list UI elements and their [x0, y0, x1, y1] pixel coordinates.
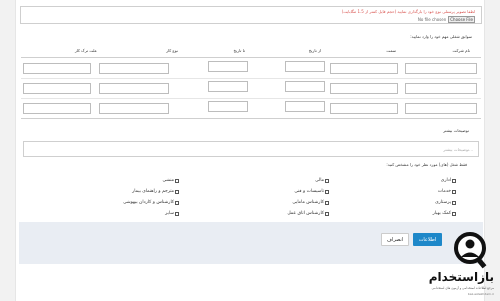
job-fields-title: فقط شغل (های) مورد نظر خود را مشخص کنید: [386, 162, 467, 167]
checkbox-box[interactable] [175, 211, 179, 216]
work-history-table [21, 57, 481, 119]
checkbox-box[interactable] [452, 200, 456, 205]
column-from-date: از تاریخ [308, 48, 321, 53]
column-company: نام شرکت [452, 48, 470, 53]
column-leave-reason: علت ترک کار [74, 48, 97, 53]
to-date-input-2[interactable] [208, 81, 248, 92]
checkbox-translator[interactable]: مترجم و راهنمای بیمار [132, 189, 179, 194]
checkbox-box[interactable] [452, 189, 456, 194]
position-input-3[interactable] [330, 103, 398, 114]
company-input-3[interactable] [405, 103, 477, 114]
job-type-input-3[interactable] [99, 103, 169, 114]
checkbox-financial[interactable]: مالی [315, 178, 329, 183]
checkbox-box[interactable] [325, 200, 329, 205]
checkbox-midwifery[interactable]: کارشناس مامایی [292, 200, 329, 205]
checkbox-services[interactable]: خدمات [438, 189, 456, 194]
photo-upload-row: لطفا تصویر پرسنلی نوع خود را بارگذاری نم… [20, 6, 482, 24]
checkbox-facilities[interactable]: تاسیسات و فنی [294, 189, 329, 194]
column-to-date: تا تاریخ [233, 48, 245, 53]
checkbox-box[interactable] [452, 178, 456, 183]
checkbox-box[interactable] [325, 211, 329, 216]
job-type-input-1[interactable] [99, 63, 169, 74]
work-history-title: سوابق شغلی مهم خود را وارد نمایید: [410, 34, 472, 39]
leave-reason-input-2[interactable] [23, 83, 91, 94]
brand-logo: بازاستخدام مرجع اطلاعات استخدامی و آزمون… [402, 230, 498, 300]
checkbox-box[interactable] [175, 200, 179, 205]
column-position: سمت [386, 48, 396, 53]
from-date-input-2[interactable] [285, 81, 325, 92]
checkbox-administrative[interactable]: اداری [441, 178, 456, 183]
brand-name: بازاستخدام [428, 270, 494, 284]
description-textarea[interactable]: توضیحات بیشتر... [23, 141, 479, 157]
position-input-1[interactable] [330, 63, 398, 74]
no-file-text: No file chosen [417, 16, 447, 22]
checkbox-other[interactable]: سایر [165, 211, 179, 216]
checkbox-operating-room[interactable]: کارشناس اتاق عمل [287, 211, 329, 216]
upload-note: لطفا تصویر پرسنلی نوع خود را بارگذاری نم… [341, 9, 475, 14]
column-job-type: نوع کار [166, 48, 178, 53]
position-input-2[interactable] [330, 83, 398, 94]
checkbox-nurse-aide[interactable]: کمک بهیار [433, 211, 456, 216]
choose-file-button[interactable]: Choose File [448, 15, 475, 23]
checkbox-box[interactable] [452, 211, 456, 216]
to-date-input-3[interactable] [208, 101, 248, 112]
checkbox-box[interactable] [325, 189, 329, 194]
description-label: توضیحات بیشتر [443, 128, 469, 133]
leave-reason-input-1[interactable] [23, 63, 91, 74]
magnifier-person-icon [454, 232, 487, 269]
checkbox-box[interactable] [325, 178, 329, 183]
leave-reason-input-3[interactable] [23, 103, 91, 114]
brand-url: baz-estekhdam.ir [467, 292, 494, 296]
file-input[interactable]: No file chosen Choose File [417, 15, 475, 23]
from-date-input-1[interactable] [285, 61, 325, 72]
description-placeholder: توضیحات بیشتر... [443, 147, 473, 152]
checkbox-secretary[interactable]: منشی [162, 178, 179, 183]
brand-tagline: مرجع اطلاعات استخدامی و آزمون های استخدا… [431, 286, 494, 290]
checkbox-anesthesia[interactable]: کارشناس و کاردان بیهوشی [123, 200, 179, 205]
to-date-input-1[interactable] [208, 61, 248, 72]
checkbox-box[interactable] [175, 189, 179, 194]
job-type-input-2[interactable] [99, 83, 169, 94]
checkbox-box[interactable] [175, 178, 179, 183]
company-input-2[interactable] [405, 83, 477, 94]
company-input-1[interactable] [405, 63, 477, 74]
checkbox-nursing[interactable]: پرستاری [435, 200, 456, 205]
from-date-input-3[interactable] [285, 101, 325, 112]
